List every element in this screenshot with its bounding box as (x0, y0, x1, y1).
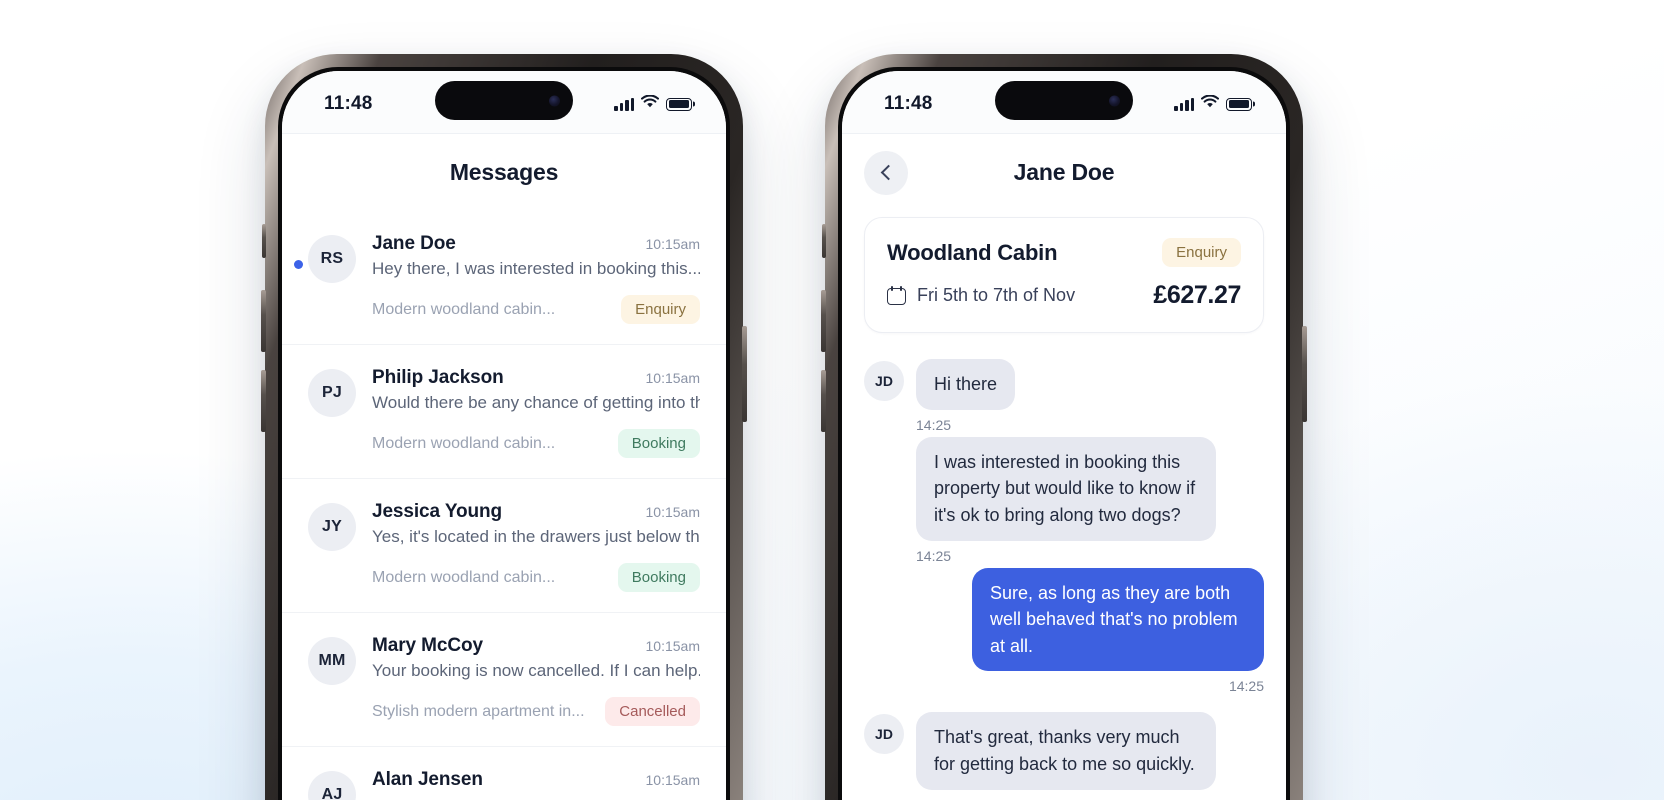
status-bar-left: 11:48 (282, 71, 726, 133)
message-bubble-incoming: That's great, thanks very much for getti… (916, 712, 1216, 790)
booking-summary-card[interactable]: Woodland Cabin Enquiry Fri 5th to 7th of… (864, 217, 1264, 333)
contact-name: Jessica Young (372, 501, 503, 522)
status-time: 11:48 (884, 93, 933, 114)
power-button[interactable] (742, 326, 747, 422)
message-group: JD That's great, thanks very much for ge… (864, 712, 1264, 790)
message-bubble-incoming: I was interested in booking this propert… (916, 436, 1216, 541)
cellular-signal-icon (614, 97, 634, 111)
screen-right: 11:48 Jane Doe Woodland Cabin Enquiry Fr… (842, 71, 1286, 800)
contact-name: Jane Doe (372, 233, 456, 254)
contact-name: Mary McCoy (372, 635, 483, 656)
message-timestamp: 10:15am (645, 638, 700, 654)
avatar: AJ (308, 771, 356, 800)
status-badge: Enquiry (1162, 238, 1241, 267)
message-preview: Hey there, I was interested in booking t… (372, 259, 700, 278)
power-button[interactable] (1302, 326, 1307, 422)
avatar: JY (308, 503, 356, 551)
avatar: RS (308, 235, 356, 283)
message-preview: Would there be any chance of getting int… (372, 393, 700, 412)
wifi-icon (1200, 94, 1220, 113)
list-item[interactable]: RS Jane Doe 10:15am Hey there, I was int… (282, 211, 726, 345)
status-icons (1174, 94, 1252, 113)
dynamic-island (995, 81, 1133, 120)
conversation-body: Woodland Cabin Enquiry Fri 5th to 7th of… (842, 217, 1286, 790)
status-badge: Cancelled (605, 697, 700, 726)
message-timestamp: 10:15am (645, 504, 700, 520)
booking-dates: Fri 5th to 7th of Nov (917, 285, 1076, 305)
page-title: Jane Doe (1013, 159, 1115, 185)
status-bar-right: 11:48 (842, 71, 1286, 133)
back-button[interactable] (864, 150, 908, 195)
messages-header: Messages (282, 133, 726, 211)
cellular-signal-icon (1174, 97, 1194, 111)
avatar: JD (864, 714, 904, 755)
volume-down-button[interactable] (821, 370, 826, 432)
message-bubble-outgoing: Sure, as long as they are both well beha… (972, 567, 1264, 672)
conversation-header: Jane Doe (842, 133, 1286, 211)
message-thread: JD Hi there 14:25 I was interested in bo… (864, 333, 1264, 790)
message-timestamp: 14:25 (916, 416, 952, 433)
list-item[interactable]: JY Jessica Young 10:15am Yes, it's locat… (282, 479, 726, 613)
battery-icon (1226, 97, 1252, 111)
status-badge: Booking (617, 429, 700, 458)
status-badge: Booking (617, 563, 700, 592)
scene-background: 11:48 Messages RS Jane Doe 10:15am Hey t… (0, 0, 1664, 800)
avatar: JD (864, 361, 904, 401)
chevron-left-icon (880, 164, 896, 181)
silent-switch[interactable] (262, 224, 266, 258)
message-group: I was interested in booking this propert… (864, 436, 1264, 564)
booking-price: £627.27 (1153, 281, 1241, 309)
volume-up-button[interactable] (261, 290, 266, 352)
unread-indicator-dot (294, 260, 303, 269)
message-preview: Yes, it's located in the drawers just be… (372, 527, 700, 546)
property-name: Modern woodland cabin... (372, 434, 556, 452)
message-group: JD Hi there 14:25 (864, 359, 1264, 433)
property-name: Modern woodland cabin... (372, 568, 556, 586)
property-name: Stylish modern apartment in... (372, 702, 585, 720)
message-bubble-incoming: Hi there (916, 359, 1016, 410)
phone-bezel-right: 11:48 Jane Doe Woodland Cabin Enquiry Fr… (838, 67, 1290, 800)
volume-up-button[interactable] (821, 290, 826, 352)
battery-icon (666, 97, 692, 111)
list-item[interactable]: AJ Alan Jensen 10:15am (282, 747, 726, 800)
silent-switch[interactable] (822, 224, 826, 258)
property-title: Woodland Cabin (887, 239, 1058, 265)
dynamic-island (435, 81, 573, 120)
avatar: PJ (308, 369, 356, 417)
front-camera-icon (549, 95, 560, 106)
message-timestamp: 14:25 (916, 547, 952, 564)
list-item[interactable]: PJ Philip Jackson 10:15am Would there be… (282, 345, 726, 479)
front-camera-icon (1109, 95, 1120, 106)
message-preview: Your booking is now cancelled. If I can … (372, 661, 700, 680)
message-timestamp: 10:15am (645, 236, 700, 252)
calendar-icon (887, 286, 906, 305)
message-timestamp: 10:15am (645, 772, 700, 788)
page-title: Messages (449, 159, 559, 185)
phone-device-right: 11:48 Jane Doe Woodland Cabin Enquiry Fr… (821, 54, 1307, 800)
message-group: Sure, as long as they are both well beha… (864, 567, 1264, 695)
avatar: MM (308, 637, 356, 685)
message-timestamp: 14:25 (1228, 678, 1264, 695)
message-timestamp: 10:15am (645, 370, 700, 386)
volume-down-button[interactable] (261, 370, 266, 432)
status-time: 11:48 (324, 93, 373, 114)
phone-bezel-left: 11:48 Messages RS Jane Doe 10:15am Hey t… (278, 67, 730, 800)
status-icons (614, 94, 692, 113)
list-item[interactable]: MM Mary McCoy 10:15am Your booking is no… (282, 613, 726, 747)
property-name: Modern woodland cabin... (372, 300, 556, 318)
contact-name: Philip Jackson (372, 367, 504, 388)
phone-device-left: 11:48 Messages RS Jane Doe 10:15am Hey t… (261, 54, 747, 800)
screen-left: 11:48 Messages RS Jane Doe 10:15am Hey t… (282, 71, 726, 800)
wifi-icon (640, 94, 660, 113)
conversation-list: RS Jane Doe 10:15am Hey there, I was int… (282, 211, 726, 800)
contact-name: Alan Jensen (372, 769, 483, 790)
status-badge: Enquiry (621, 295, 700, 324)
